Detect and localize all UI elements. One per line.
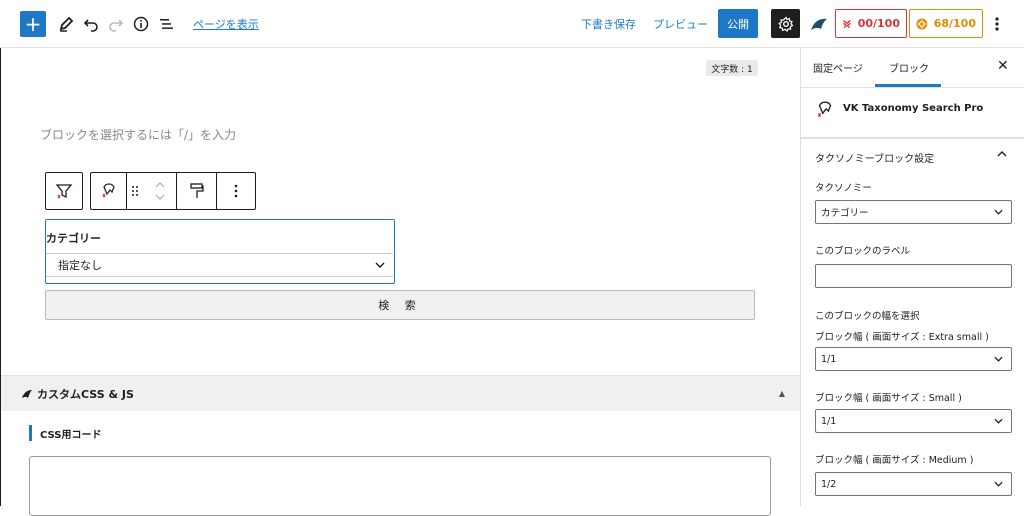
filter-search-icon: [55, 184, 73, 199]
css-code-label: CSS用コード: [29, 425, 101, 441]
taxonomy-field-label: タクソノミー: [815, 183, 872, 194]
taxonomy-label: カテゴリー: [46, 232, 101, 245]
width-md-value: 1/2: [821, 478, 837, 490]
settings-sidebar: 固定ページ ブロック ✕ VK Taxonomy Search Pro タクソノ…: [800, 48, 1024, 506]
taxonomy-field-select[interactable]: カテゴリー: [815, 200, 1012, 224]
block-title: VK Taxonomy Search Pro: [843, 103, 984, 114]
add-block-button[interactable]: +: [20, 11, 46, 37]
block-type-icon: [817, 101, 832, 118]
block-label-input[interactable]: [815, 264, 1012, 288]
more-options-icon[interactable]: [988, 12, 1006, 36]
word-count-badge: 文字数 : 1: [706, 60, 758, 76]
paint-roller-icon[interactable]: [177, 173, 217, 209]
publish-button[interactable]: 公開: [718, 9, 758, 38]
tab-block[interactable]: ブロック: [889, 60, 929, 75]
editor-top-bar: + ページを表示 下書き保存 プレビュー 公開 00/100 68/100: [0, 0, 1024, 48]
view-page-link[interactable]: ページを表示: [193, 16, 259, 32]
move-up-down-icon[interactable]: [143, 173, 177, 209]
chevron-down-icon: [994, 418, 1003, 424]
chevron-down-icon: [375, 262, 385, 268]
width-md-label: ブロック幅 ( 画面サイズ : Medium ): [815, 455, 974, 466]
taxonomy-select[interactable]: 指定なし: [46, 253, 393, 277]
readability-score-value: 68/100: [933, 17, 976, 30]
block-options-icon[interactable]: [217, 173, 255, 209]
pencil-icon[interactable]: [54, 12, 78, 36]
sidebar-divider: [800, 138, 1024, 139]
css-code-textarea[interactable]: [29, 456, 771, 516]
width-sm-select[interactable]: 1/1: [815, 409, 1012, 433]
block-card: VK Taxonomy Search Pro: [801, 88, 1024, 138]
block-parent-selector[interactable]: [45, 172, 83, 210]
collapse-arrow-icon[interactable]: ▲: [779, 389, 785, 398]
chevron-down-icon: [994, 481, 1003, 487]
info-icon[interactable]: [129, 12, 153, 36]
undo-icon[interactable]: [79, 12, 103, 36]
taxonomy-settings-title[interactable]: タクソノミーブロック設定: [815, 150, 934, 165]
vk-plugin-icon[interactable]: [807, 12, 831, 36]
taxonomy-search-block[interactable]: カテゴリー 指定なし: [45, 219, 395, 284]
tab-page[interactable]: 固定ページ: [813, 60, 863, 75]
sidebar-tabs: 固定ページ ブロック ✕: [801, 48, 1024, 88]
list-view-icon[interactable]: [154, 12, 178, 36]
close-icon[interactable]: ✕: [997, 58, 1009, 74]
block-toolbar: [90, 172, 256, 210]
save-draft-button[interactable]: 下書き保存: [581, 16, 636, 32]
chevron-down-icon: [994, 209, 1003, 215]
seo-icon: [842, 19, 851, 28]
custom-css-js-panel-header[interactable]: カスタムCSS & JS ▲: [1, 375, 800, 411]
preview-button[interactable]: プレビュー: [653, 16, 708, 32]
width-sm-value: 1/1: [821, 415, 837, 427]
active-tab-indicator: [875, 84, 941, 87]
width-xs-select[interactable]: 1/1: [815, 347, 1012, 371]
width-md-select[interactable]: 1/2: [815, 472, 1012, 496]
search-button[interactable]: 検 索: [45, 290, 755, 320]
chevron-up-icon[interactable]: [997, 146, 1007, 160]
width-section-label: このブロックの幅を選択: [815, 311, 920, 322]
chevron-down-icon: [994, 356, 1003, 362]
drag-handle-icon[interactable]: [127, 173, 143, 209]
taxonomy-select-value: 指定なし: [58, 259, 102, 272]
block-type-icon[interactable]: [91, 173, 127, 209]
readability-score-badge[interactable]: 68/100: [909, 9, 983, 38]
block-placeholder[interactable]: ブロックを選択するには「/」を入力: [40, 126, 236, 143]
seo-score-value: 00/100: [857, 17, 900, 30]
redo-icon[interactable]: [104, 12, 128, 36]
custom-css-js-title: カスタムCSS & JS: [37, 387, 134, 401]
width-xs-value: 1/1: [821, 353, 837, 365]
width-sm-label: ブロック幅 ( 画面サイズ : Small ): [815, 393, 962, 404]
taxonomy-field-value: カテゴリー: [821, 208, 869, 219]
settings-gear-icon[interactable]: [771, 9, 800, 38]
vk-leaf-icon: [22, 389, 32, 398]
width-xs-label: ブロック幅 ( 画面サイズ : Extra small ): [815, 332, 989, 343]
block-label-field-label: このブロックのラベル: [815, 246, 911, 257]
seo-score-badge[interactable]: 00/100: [835, 9, 907, 38]
readability-icon: [916, 18, 928, 29]
